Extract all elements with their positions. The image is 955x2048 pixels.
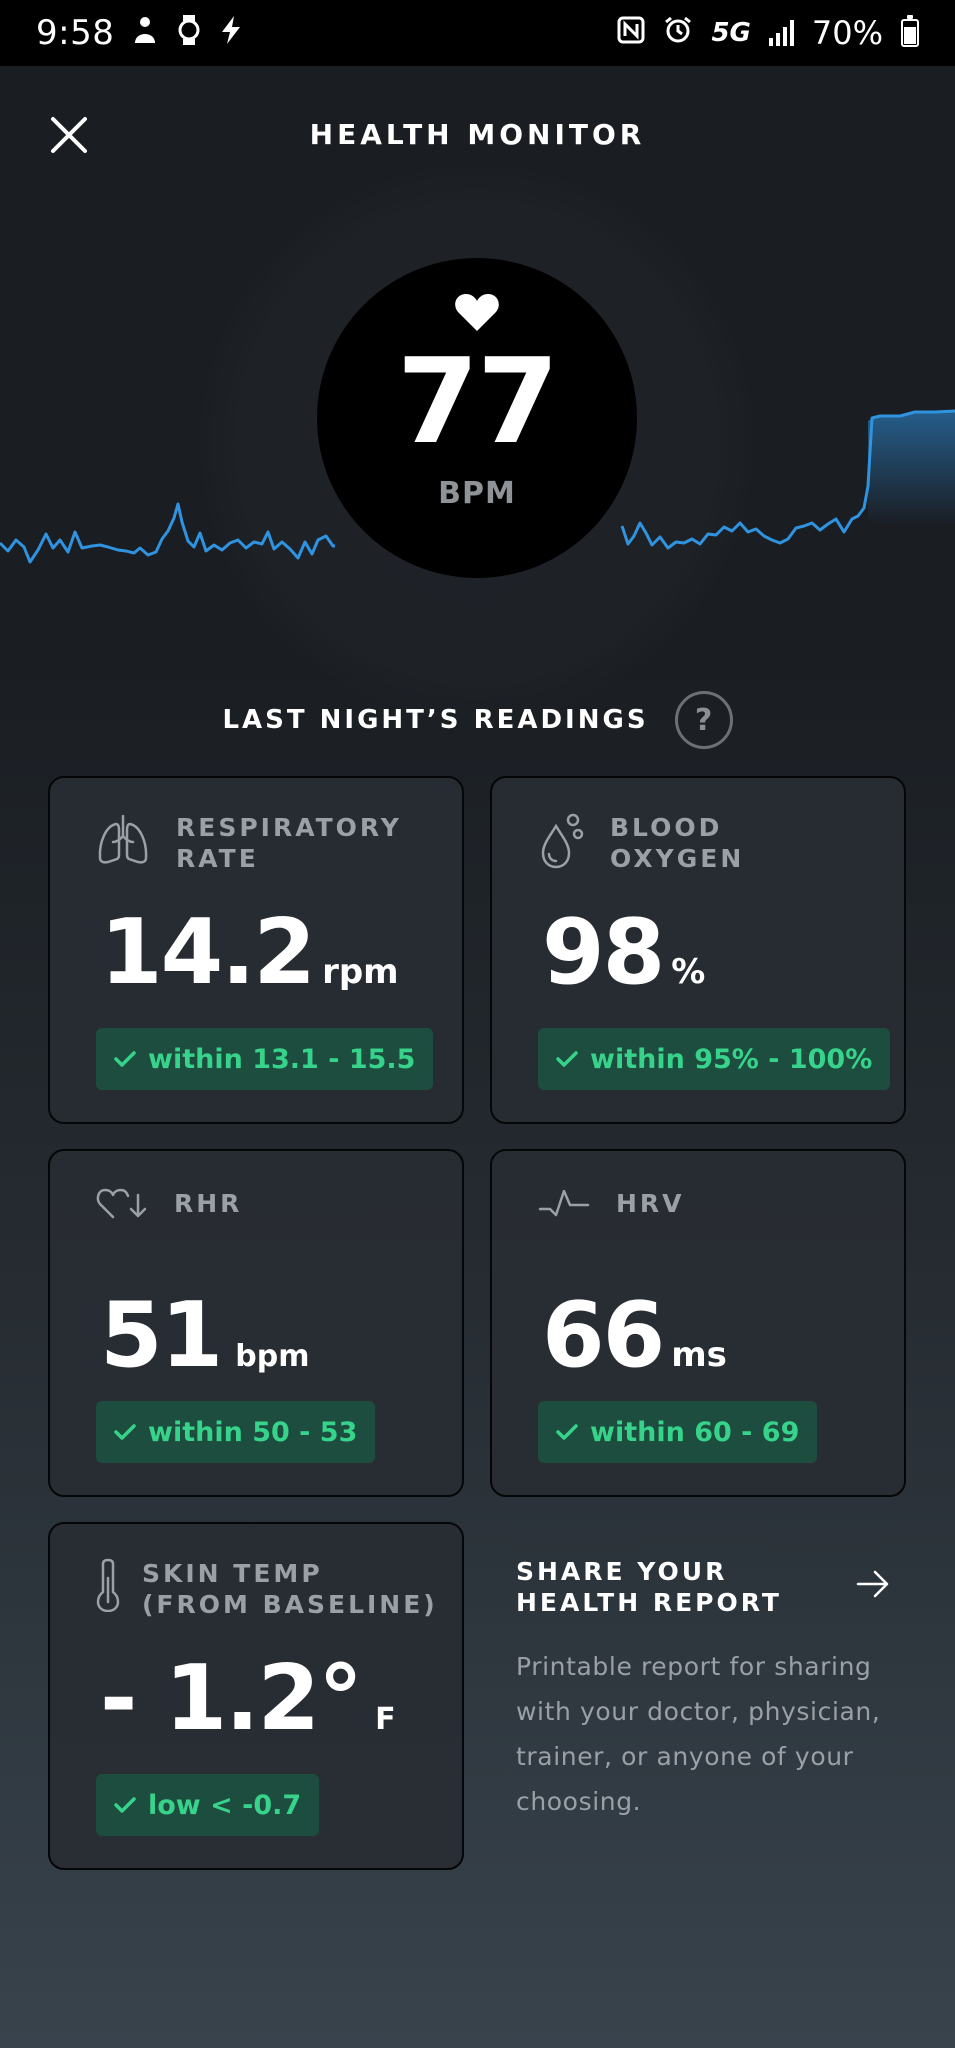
blood-oxygen-value: 98 bbox=[542, 900, 665, 1005]
card-label: RESPIRATORY RATE bbox=[176, 812, 402, 874]
card-label-line2: (FROM BASELINE) bbox=[142, 1590, 438, 1619]
signal-icon bbox=[768, 20, 794, 46]
card-label-line1: RESPIRATORY bbox=[176, 813, 402, 842]
bpm-value: 77 bbox=[396, 332, 559, 470]
card-label: HRV bbox=[616, 1188, 685, 1218]
watch-icon bbox=[176, 14, 202, 53]
lightning-icon bbox=[220, 15, 242, 52]
rhr-unit: bpm bbox=[235, 1339, 310, 1374]
blood-oxygen-card[interactable]: BLOOD OXYGEN 98 % within 95% - 100% bbox=[490, 776, 906, 1124]
card-label-line1: SKIN TEMP bbox=[142, 1559, 323, 1588]
hrv-card[interactable]: HRV 66 ms within 60 - 69 bbox=[490, 1149, 906, 1497]
card-label-line2: OXYGEN bbox=[610, 844, 745, 873]
arrow-right-icon bbox=[856, 1570, 889, 1598]
battery-icon bbox=[901, 15, 919, 47]
alarm-icon bbox=[663, 15, 693, 52]
card-value: 98 % bbox=[542, 908, 705, 998]
check-icon bbox=[556, 1051, 578, 1067]
skin-temp-unit: F bbox=[375, 1702, 396, 1737]
lungs-icon bbox=[98, 814, 148, 864]
nfc-icon bbox=[617, 16, 645, 51]
battery-percent: 70% bbox=[811, 14, 883, 52]
card-label: BLOOD OXYGEN bbox=[610, 812, 744, 874]
section-title: LAST NIGHT’S READINGS bbox=[222, 705, 649, 735]
badge-text: within 50 - 53 bbox=[148, 1416, 358, 1448]
status-badge: low < -0.7 bbox=[96, 1774, 320, 1836]
current-bpm-display: 77 BPM bbox=[317, 258, 637, 578]
heart-down-icon bbox=[96, 1188, 147, 1219]
status-badge: within 50 - 53 bbox=[96, 1401, 376, 1463]
check-icon bbox=[114, 1051, 136, 1067]
notification-icon bbox=[132, 15, 158, 52]
respiratory-rate-value: 14.2 bbox=[100, 900, 316, 1005]
rhr-card[interactable]: RHR 51 bpm within 50 - 53 bbox=[48, 1149, 464, 1497]
status-badge: within 95% - 100% bbox=[538, 1028, 891, 1090]
network-type: 5G bbox=[711, 18, 751, 48]
card-value: 51 bpm bbox=[100, 1291, 309, 1381]
check-icon bbox=[114, 1424, 136, 1440]
water-drop-icon bbox=[541, 813, 584, 869]
heart-icon bbox=[455, 294, 499, 331]
readings-section-header: LAST NIGHT’S READINGS ? bbox=[0, 688, 955, 752]
heart-rate-hero: HEALTH MONITOR 77 BPM bbox=[0, 66, 955, 720]
hrv-unit: ms bbox=[671, 1335, 727, 1375]
status-time: 9:58 bbox=[36, 13, 115, 53]
pulse-icon bbox=[538, 1189, 590, 1217]
thermometer-icon bbox=[96, 1558, 120, 1612]
skin-temp-card[interactable]: SKIN TEMP (FROM BASELINE) - 1.2° F low <… bbox=[48, 1522, 464, 1870]
page-title: HEALTH MONITOR bbox=[309, 118, 646, 151]
card-value: 14.2 rpm bbox=[100, 908, 399, 998]
status-bar: 9:58 5G 70% bbox=[0, 0, 955, 66]
bpm-unit: BPM bbox=[438, 476, 516, 511]
check-icon bbox=[556, 1424, 578, 1440]
hrv-value: 66 bbox=[542, 1283, 665, 1388]
share-title: SHARE YOUR HEALTH REPORT bbox=[516, 1557, 782, 1617]
card-label-line2: RATE bbox=[176, 844, 259, 873]
blood-oxygen-unit: % bbox=[671, 952, 706, 992]
status-badge: within 60 - 69 bbox=[538, 1401, 818, 1463]
badge-text: within 60 - 69 bbox=[590, 1416, 800, 1448]
card-label: RHR bbox=[174, 1188, 243, 1218]
status-badge: within 13.1 - 15.5 bbox=[96, 1028, 434, 1090]
respiratory-rate-unit: rpm bbox=[322, 952, 399, 992]
share-health-report[interactable]: SHARE YOUR HEALTH REPORT Printable repor… bbox=[516, 1556, 896, 1824]
badge-text: low < -0.7 bbox=[148, 1789, 302, 1821]
badge-text: within 13.1 - 15.5 bbox=[148, 1043, 416, 1075]
card-label: SKIN TEMP (FROM BASELINE) bbox=[142, 1558, 438, 1620]
badge-text: within 95% - 100% bbox=[590, 1043, 873, 1075]
rhr-value: 51 bbox=[100, 1283, 223, 1388]
skin-temp-value: - 1.2° bbox=[100, 1646, 363, 1751]
help-button[interactable]: ? bbox=[674, 691, 733, 749]
card-value: 66 ms bbox=[542, 1291, 727, 1381]
share-description: Printable report for sharing with your d… bbox=[516, 1652, 881, 1816]
check-icon bbox=[114, 1797, 136, 1813]
card-value: - 1.2° F bbox=[100, 1654, 396, 1744]
card-label-line1: BLOOD bbox=[610, 813, 723, 842]
respiratory-rate-card[interactable]: RESPIRATORY RATE 14.2 rpm within 13.1 - … bbox=[48, 776, 464, 1124]
